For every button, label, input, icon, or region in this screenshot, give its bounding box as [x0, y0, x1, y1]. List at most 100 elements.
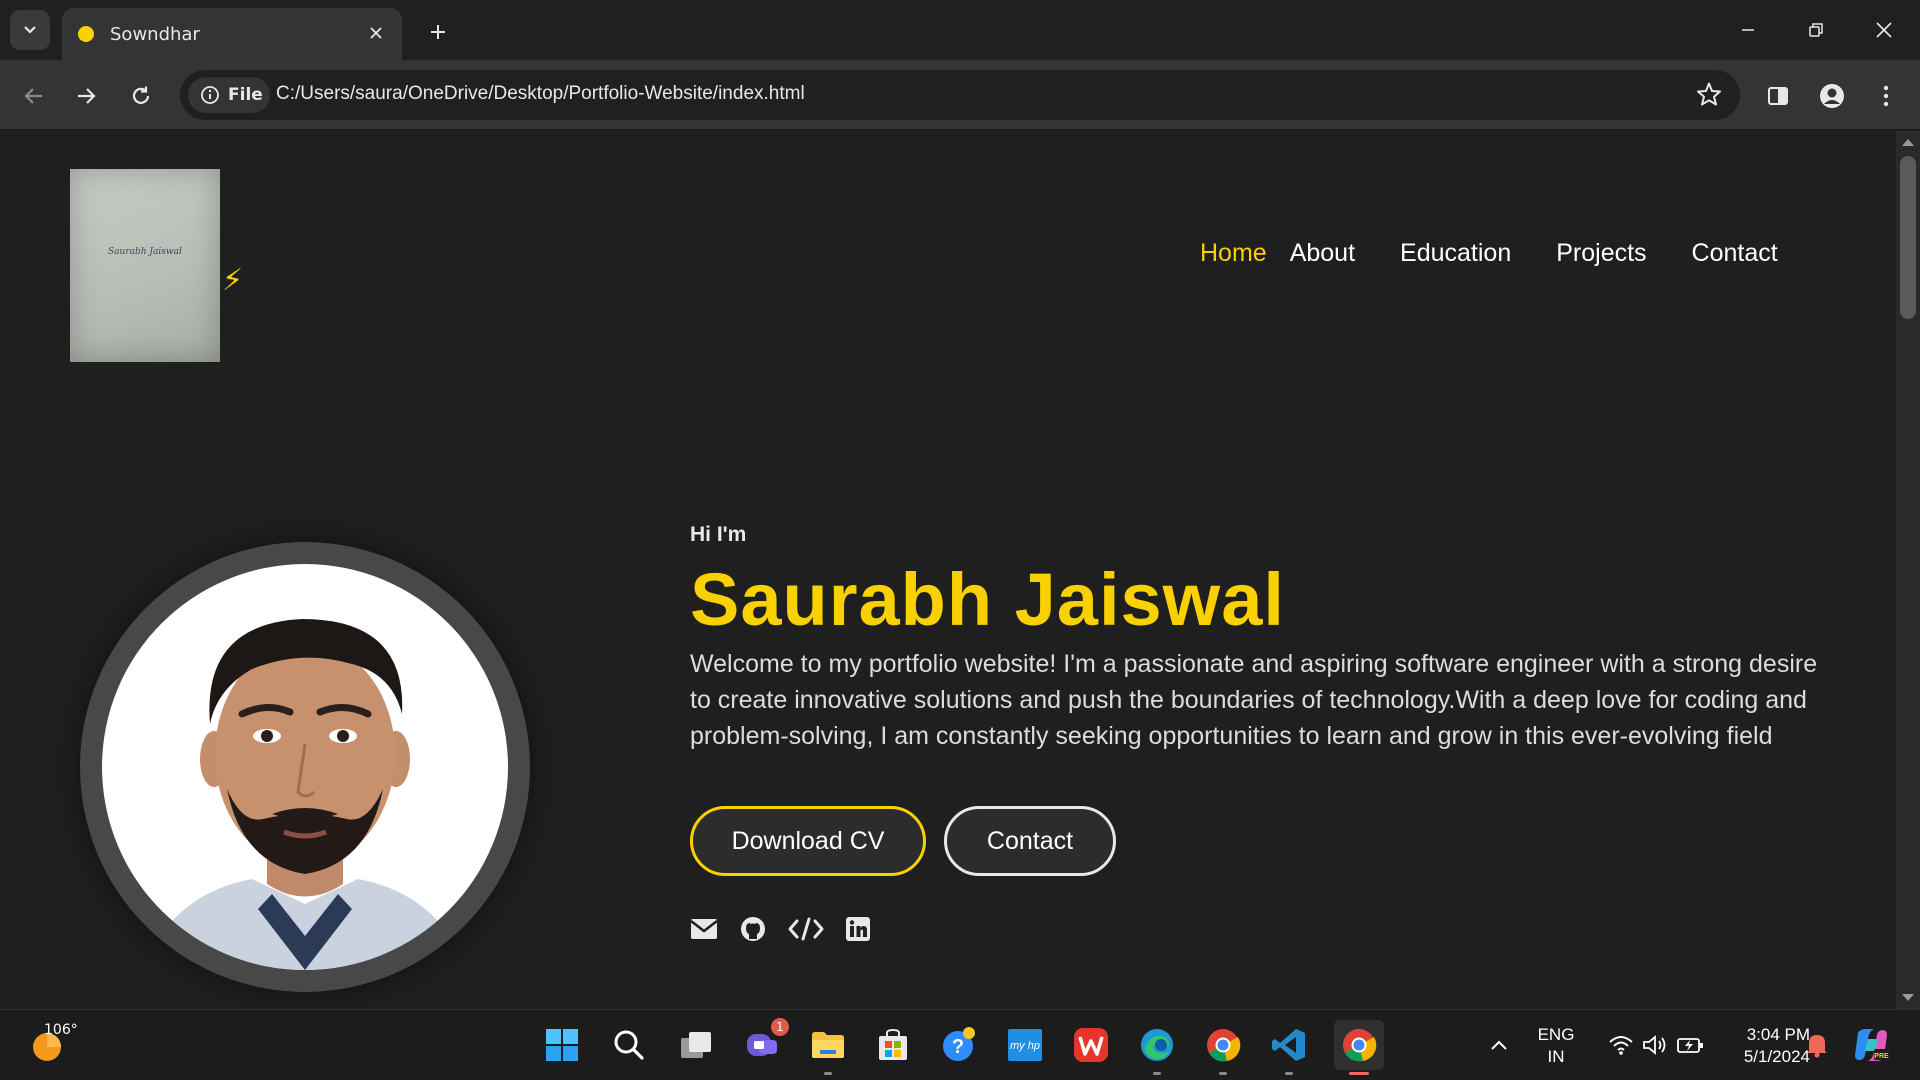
restore-icon	[1809, 23, 1823, 37]
url-text[interactable]: C:/Users/saura/OneDrive/Desktop/Portfoli…	[276, 83, 805, 105]
wps-icon	[1074, 1028, 1108, 1062]
new-tab-button[interactable]	[420, 14, 456, 50]
profile-button[interactable]	[1812, 76, 1852, 116]
person-portrait	[142, 619, 468, 970]
get-help-button[interactable]: ?	[938, 1024, 980, 1066]
menu-button[interactable]	[1866, 76, 1906, 116]
tab-close-button[interactable]	[364, 21, 388, 45]
nav-education[interactable]: Education	[1400, 239, 1511, 268]
wps-office-button[interactable]	[1070, 1024, 1112, 1066]
tab-title: Sowndhar	[110, 23, 200, 45]
side-panel-icon	[1768, 87, 1788, 105]
weather-temperature: 106°	[44, 1022, 78, 1038]
address-bar[interactable]: File C:/Users/saura/OneDrive/Desktop/Por…	[180, 70, 1740, 120]
show-hidden-icons-button[interactable]	[1478, 1024, 1520, 1066]
nav-projects[interactable]: Projects	[1556, 239, 1646, 268]
svg-text:?: ?	[952, 1036, 964, 1058]
language-indicator[interactable]: ENG IN	[1528, 1024, 1584, 1068]
chevron-up-icon	[1491, 1040, 1507, 1050]
download-cv-button[interactable]: Download CV	[690, 806, 926, 876]
myhp-icon: my hp	[1008, 1029, 1042, 1061]
start-button[interactable]	[541, 1024, 583, 1066]
copilot-button[interactable]: PRE	[1850, 1024, 1892, 1066]
forward-button[interactable]	[66, 76, 106, 116]
task-view-icon	[681, 1032, 711, 1058]
close-icon	[370, 27, 382, 39]
code-icon[interactable]	[788, 917, 824, 941]
scroll-up-arrow[interactable]	[1902, 139, 1914, 146]
minimize-button[interactable]	[1728, 10, 1768, 50]
favicon-icon	[78, 26, 94, 42]
windows-icon	[546, 1029, 578, 1061]
wifi-icon	[1609, 1036, 1633, 1055]
bookmark-button[interactable]	[1696, 81, 1722, 111]
chrome-active-button[interactable]	[1334, 1020, 1384, 1075]
hero-name: Saurabh Jaiswal	[690, 558, 1285, 641]
hero-buttons: Download CV Contact	[690, 806, 1840, 876]
restore-button[interactable]	[1796, 10, 1836, 50]
nav-contact[interactable]: Contact	[1692, 239, 1778, 268]
linkedin-icon[interactable]	[846, 917, 870, 941]
chat-icon	[747, 1034, 777, 1056]
close-icon	[1876, 22, 1892, 38]
arrow-left-icon	[24, 88, 42, 104]
file-explorer-button[interactable]	[807, 1024, 849, 1075]
profile-photo	[102, 564, 508, 970]
svg-text:PRE: PRE	[1874, 1053, 1889, 1060]
profile-icon	[1820, 84, 1844, 108]
running-indicator	[1285, 1072, 1293, 1075]
logo-image[interactable]: Saurabh Jaiswal	[70, 169, 220, 362]
chrome-icon	[1343, 1029, 1377, 1062]
language-code: ENG	[1537, 1025, 1575, 1044]
lightning-icon: ⚡	[222, 263, 244, 298]
active-indicator	[1349, 1072, 1369, 1075]
contact-button[interactable]: Contact	[944, 806, 1116, 876]
battery-icon	[1677, 1038, 1703, 1053]
myhp-button[interactable]: my hp	[1004, 1024, 1046, 1066]
copilot-icon: PRE	[1855, 1029, 1889, 1061]
search-button[interactable]	[608, 1024, 650, 1066]
tab-strip: Sowndhar	[0, 0, 1920, 60]
main-nav: Home About Education Projects Contact	[1200, 239, 1778, 268]
minimize-icon	[1742, 29, 1754, 31]
edge-button[interactable]	[1136, 1024, 1178, 1075]
star-icon	[1697, 82, 1721, 106]
page-scrollbar[interactable]	[1896, 131, 1920, 1009]
side-panel-button[interactable]	[1758, 76, 1798, 116]
scroll-thumb[interactable]	[1900, 156, 1916, 319]
reload-icon	[132, 86, 150, 104]
chevron-down-icon	[24, 26, 36, 34]
language-region: IN	[1547, 1047, 1565, 1066]
running-indicator	[1153, 1072, 1161, 1075]
github-icon[interactable]	[740, 916, 766, 942]
running-indicator	[824, 1072, 832, 1075]
window-close-button[interactable]	[1864, 10, 1904, 50]
bell-icon	[1807, 1035, 1827, 1058]
nav-home[interactable]: Home	[1200, 239, 1267, 268]
profile-photo-frame	[80, 542, 530, 992]
browser-tab[interactable]: Sowndhar	[62, 8, 402, 60]
nav-about[interactable]: About	[1290, 239, 1355, 268]
email-icon[interactable]	[690, 918, 718, 940]
site-info-chip[interactable]: File	[188, 77, 270, 113]
task-view-button[interactable]	[675, 1024, 717, 1066]
tab-search-button[interactable]	[10, 10, 50, 50]
kebab-menu-icon	[1883, 85, 1889, 107]
microsoft-store-button[interactable]	[872, 1024, 914, 1066]
quick-settings-button[interactable]	[1596, 1024, 1716, 1066]
vscode-button[interactable]	[1268, 1024, 1310, 1075]
back-button[interactable]	[14, 76, 54, 116]
chrome-button[interactable]	[1202, 1024, 1244, 1075]
arrow-right-icon	[78, 88, 96, 104]
teams-chat-button[interactable]: 1	[741, 1018, 789, 1066]
notifications-button[interactable]	[1796, 1024, 1838, 1066]
edge-icon	[1141, 1029, 1173, 1061]
reload-button[interactable]	[121, 76, 161, 116]
hero-section: Hi I'm Saurabh Jaiswal Welcome to my por…	[690, 523, 1840, 942]
hero-description: Welcome to my portfolio website! I'm a p…	[690, 650, 1818, 750]
volume-icon	[1643, 1035, 1666, 1055]
scroll-down-arrow[interactable]	[1902, 994, 1914, 1001]
logo-signature: Saurabh Jaiswal	[108, 247, 182, 257]
windows-taskbar: 106° 1 ? my hp ENG IN 3:04 PM 5/1/2024 P…	[0, 1009, 1920, 1080]
social-links	[690, 916, 1840, 942]
